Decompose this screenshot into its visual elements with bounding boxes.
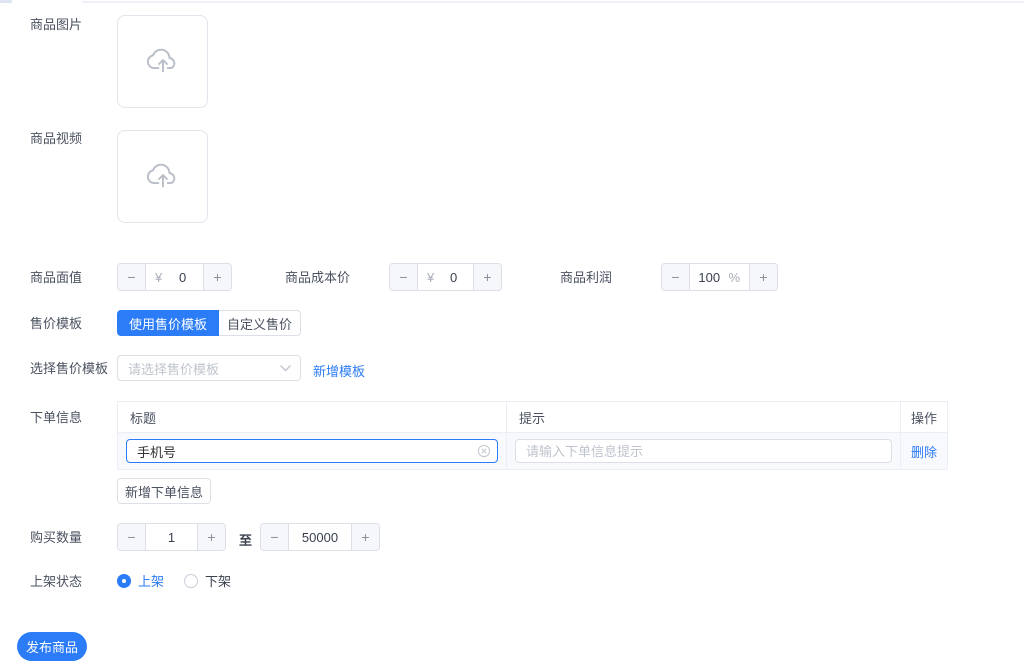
product-image-upload[interactable] [117,15,208,108]
add-order-info-button[interactable]: 新增下单信息 [117,478,211,504]
cloud-upload-icon [146,162,180,192]
profit-stepper: − 100 % + [661,263,778,291]
quantity-min-stepper: − 1 + [117,523,226,551]
currency-prefix: ¥ [427,270,434,285]
increment-button[interactable]: + [473,264,501,290]
status-radio-group: 上架 下架 [117,571,231,590]
price-template-switch: 使用售价模板 自定义售价 [117,310,301,336]
order-info-table: 标题 提示 操作 删除 [117,401,948,470]
profit-label: 商品利润 [560,270,612,286]
decrement-button[interactable]: − [118,264,146,290]
status-option-on[interactable]: 上架 [117,571,164,590]
quantity-label: 购买数量 [30,530,82,546]
clear-input-icon[interactable] [477,444,491,458]
currency-prefix: ¥ [155,270,162,285]
use-template-button[interactable]: 使用售价模板 [117,310,219,336]
percent-suffix: % [728,270,740,285]
delete-row-link[interactable]: 删除 [911,442,937,461]
cost-price-input[interactable]: 0 [434,270,473,285]
increment-button[interactable]: + [203,264,231,290]
status-label: 上架状态 [30,574,82,590]
order-hint-input[interactable] [515,439,892,463]
column-header-hint: 提示 [507,402,901,432]
product-image-label: 商品图片 [30,17,82,33]
radio-selected-icon [117,574,131,588]
product-video-upload[interactable] [117,130,208,223]
increment-button[interactable]: + [749,264,777,290]
face-value-label: 商品面值 [30,270,82,286]
custom-price-button[interactable]: 自定义售价 [219,310,301,336]
column-header-action: 操作 [901,402,947,432]
quantity-to-text: 至 [239,530,252,549]
publish-product-button[interactable]: 发布商品 [17,632,87,661]
quantity-min-input[interactable]: 1 [146,530,197,545]
radio-unselected-icon [184,574,198,588]
select-placeholder: 请选择售价模板 [128,359,280,378]
cloud-upload-icon [146,47,180,77]
face-value-stepper: − ¥ 0 + [117,263,232,291]
price-template-label: 售价模板 [30,316,82,332]
cost-price-label: 商品成本价 [285,270,350,286]
column-header-title: 标题 [118,402,507,432]
quantity-max-input[interactable]: 50000 [289,530,351,545]
status-option-off[interactable]: 下架 [184,571,231,590]
face-value-input[interactable]: 0 [162,270,203,285]
decrement-button[interactable]: − [662,264,690,290]
table-row: 删除 [118,433,947,469]
table-header-row: 标题 提示 操作 [118,402,947,433]
status-on-label: 上架 [138,571,164,590]
order-info-label: 下单信息 [30,410,82,426]
product-publish-form: 商品图片 商品视频 商品面值 − ¥ 0 + 商品成本价 − ¥ [0,0,1024,664]
product-video-label: 商品视频 [30,131,82,147]
order-title-input[interactable] [126,439,498,463]
quantity-max-stepper: − 50000 + [260,523,380,551]
add-template-link[interactable]: 新增模板 [313,361,365,380]
template-select[interactable]: 请选择售价模板 [117,355,301,381]
cost-price-stepper: − ¥ 0 + [389,263,502,291]
increment-button[interactable]: + [351,524,379,550]
status-off-label: 下架 [205,571,231,590]
chevron-down-icon [280,365,291,372]
increment-button[interactable]: + [197,524,225,550]
top-divider [82,1,1024,3]
decrement-button[interactable]: − [118,524,146,550]
decrement-button[interactable]: − [390,264,418,290]
decrement-button[interactable]: − [261,524,289,550]
profit-input[interactable]: 100 [690,270,728,285]
select-template-label: 选择售价模板 [30,361,108,377]
tab-indicator [0,0,12,3]
